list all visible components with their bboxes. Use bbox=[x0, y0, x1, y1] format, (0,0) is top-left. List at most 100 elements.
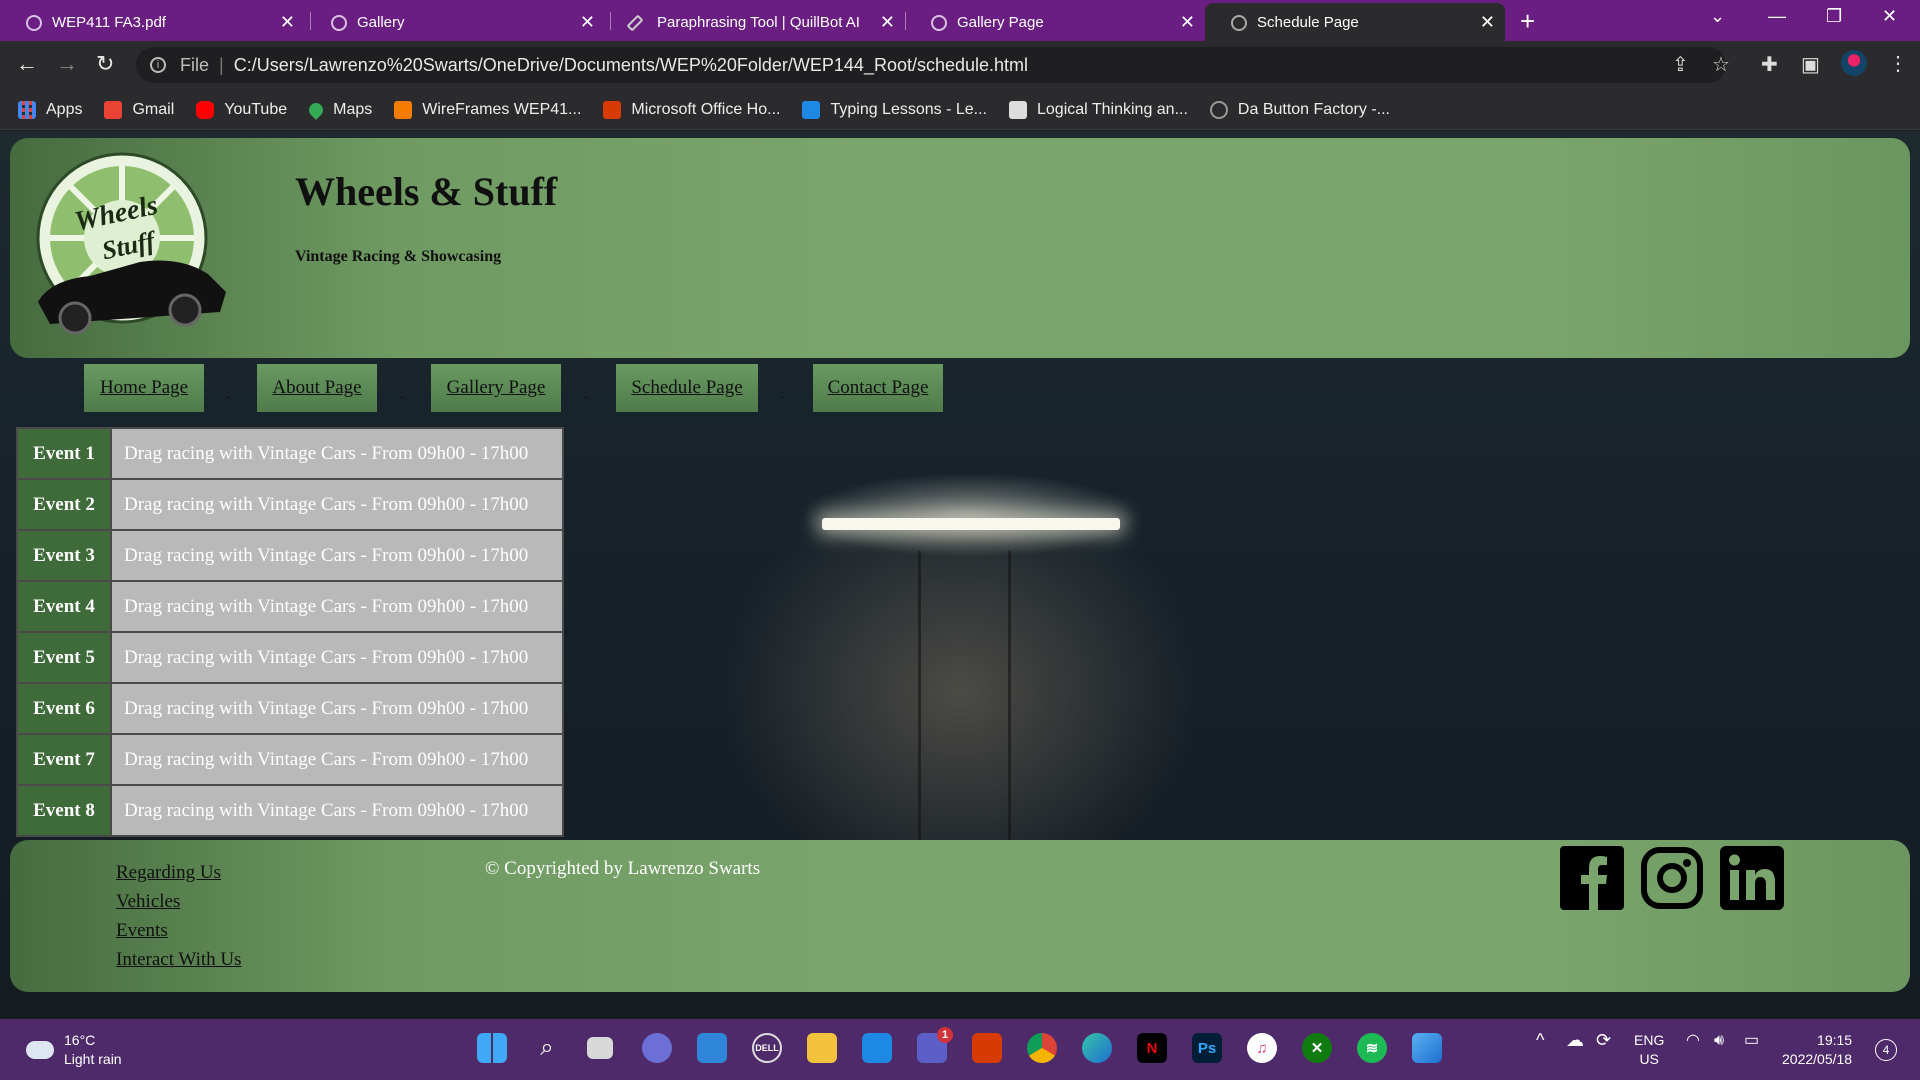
event-description: Drag racing with Vintage Cars - From 09h… bbox=[110, 682, 564, 735]
edge-icon[interactable] bbox=[1082, 1033, 1112, 1063]
bookmark-youtube[interactable]: YouTube bbox=[196, 100, 287, 119]
wifi-icon[interactable]: ◠ bbox=[1686, 1031, 1700, 1050]
footer-link-vehicles[interactable]: Vehicles bbox=[116, 887, 242, 916]
gmail-icon bbox=[104, 100, 123, 119]
restore-button[interactable]: ❐ bbox=[1826, 6, 1842, 27]
tab-search-icon[interactable]: ⌄ bbox=[1710, 6, 1725, 27]
nav-home[interactable]: Home Page bbox=[84, 364, 204, 412]
info-icon[interactable]: i bbox=[150, 57, 166, 73]
notifications-badge[interactable]: 4 bbox=[1875, 1039, 1897, 1061]
close-window-button[interactable]: ✕ bbox=[1882, 6, 1897, 27]
close-icon[interactable]: ✕ bbox=[1480, 12, 1495, 33]
bookmark-office[interactable]: Microsoft Office Ho... bbox=[603, 100, 780, 119]
photos-icon[interactable] bbox=[1412, 1033, 1442, 1063]
background-lamp bbox=[822, 518, 1120, 530]
back-button[interactable]: ← bbox=[16, 51, 38, 77]
bookmark-gmail[interactable]: Gmail bbox=[104, 100, 174, 119]
spotify-icon[interactable]: ≋ bbox=[1357, 1033, 1387, 1063]
clock[interactable]: 19:15 2022/05/18 bbox=[1782, 1031, 1852, 1069]
dell-icon[interactable]: DELL bbox=[752, 1033, 782, 1063]
vscode-icon[interactable] bbox=[862, 1033, 892, 1063]
profile-avatar[interactable] bbox=[1841, 50, 1867, 76]
footer-link-regarding-us[interactable]: Regarding Us bbox=[116, 858, 242, 887]
extensions-icon[interactable]: ✚ bbox=[1761, 52, 1778, 77]
event-description: Drag racing with Vintage Cars - From 09h… bbox=[110, 733, 564, 786]
tab-gallery[interactable]: Gallery ✕ bbox=[305, 3, 605, 41]
close-icon[interactable]: ✕ bbox=[580, 12, 595, 33]
url-text[interactable]: C:/Users/Lawrenzo%20Swarts/OneDrive/Docu… bbox=[234, 55, 1028, 76]
mail-icon[interactable] bbox=[697, 1033, 727, 1063]
bookmark-button-factory[interactable]: Da Button Factory -... bbox=[1209, 100, 1390, 119]
bookmark-apps[interactable]: Apps bbox=[18, 100, 82, 119]
language-indicator[interactable]: ENG US bbox=[1634, 1031, 1664, 1069]
instagram-icon[interactable] bbox=[1640, 846, 1704, 910]
quillbot-icon bbox=[626, 14, 644, 32]
forward-button[interactable]: → bbox=[56, 51, 78, 77]
table-row: Event 4 Drag racing with Vintage Cars - F… bbox=[16, 580, 564, 633]
apps-grid-icon bbox=[18, 100, 36, 119]
nav-schedule[interactable]: Schedule Page bbox=[616, 364, 758, 412]
footer-link-events[interactable]: Events bbox=[116, 916, 242, 945]
address-bar[interactable]: i File | C:/Users/Lawrenzo%20Swarts/OneD… bbox=[136, 47, 1726, 83]
search-icon[interactable]: ⌕ bbox=[532, 1033, 562, 1063]
menu-kebab-icon[interactable]: ⋮ bbox=[1888, 51, 1908, 76]
bookmark-typing[interactable]: Typing Lessons - Le... bbox=[802, 100, 987, 119]
xbox-icon[interactable]: ✕ bbox=[1302, 1033, 1332, 1063]
globe-icon bbox=[26, 15, 42, 31]
tab-title: Gallery Page bbox=[957, 13, 1044, 31]
tab-schedule-page[interactable]: Schedule Page ✕ bbox=[1205, 3, 1505, 41]
bookmark-star-icon[interactable]: ☆ bbox=[1712, 52, 1730, 77]
nav-about[interactable]: About Page bbox=[257, 364, 377, 412]
footer-links: Regarding Us Vehicles Events Interact Wi… bbox=[116, 858, 242, 974]
itunes-icon[interactable]: ♫ bbox=[1247, 1033, 1277, 1063]
footer-link-interact[interactable]: Interact With Us bbox=[116, 945, 242, 974]
office-icon[interactable] bbox=[972, 1033, 1002, 1063]
site-nav: Home Page - About Page - Gallery Page - … bbox=[0, 364, 1000, 412]
teams-icon[interactable]: 1 bbox=[917, 1027, 953, 1063]
event-description: Drag racing with Vintage Cars - From 09h… bbox=[110, 478, 564, 531]
nav-contact[interactable]: Contact Page bbox=[813, 364, 943, 412]
windows-start-icon[interactable] bbox=[477, 1033, 507, 1063]
bookmark-wireframes[interactable]: WireFrames WEP41... bbox=[394, 100, 581, 119]
task-view-icon[interactable] bbox=[587, 1037, 613, 1059]
facebook-icon[interactable] bbox=[1560, 846, 1624, 910]
tab-title: WEP411 FA3.pdf bbox=[52, 13, 166, 31]
linkedin-icon[interactable] bbox=[1720, 846, 1784, 910]
event-description: Drag racing with Vintage Cars - From 09h… bbox=[110, 784, 564, 837]
netflix-icon[interactable]: N bbox=[1137, 1033, 1167, 1063]
nav-gallery[interactable]: Gallery Page bbox=[431, 364, 561, 412]
site-logo: Wheels Stuff bbox=[36, 152, 226, 335]
chrome-icon[interactable] bbox=[1027, 1033, 1057, 1063]
file-explorer-icon[interactable] bbox=[807, 1033, 837, 1063]
tray-chevron-icon[interactable]: ^ bbox=[1536, 1031, 1544, 1050]
close-icon[interactable]: ✕ bbox=[280, 12, 295, 33]
tab-quillbot[interactable]: Paraphrasing Tool | QuillBot AI ✕ bbox=[605, 3, 905, 41]
side-panel-icon[interactable]: ▣ bbox=[1801, 52, 1820, 77]
clock-date: 2022/05/18 bbox=[1782, 1051, 1853, 1067]
share-icon[interactable]: ⇪ bbox=[1672, 52, 1689, 77]
bookmark-logical-thinking[interactable]: Logical Thinking an... bbox=[1009, 100, 1188, 119]
onedrive-icon[interactable]: ☁ bbox=[1566, 1031, 1584, 1050]
tab-wep411-pdf[interactable]: WEP411 FA3.pdf ✕ bbox=[0, 3, 305, 41]
battery-icon[interactable]: ▭ bbox=[1744, 1031, 1759, 1050]
minimize-button[interactable]: — bbox=[1768, 6, 1786, 27]
chat-icon[interactable] bbox=[642, 1033, 672, 1063]
clock-time: 19:15 bbox=[1817, 1032, 1853, 1048]
site-title: Wheels & Stuff bbox=[295, 169, 558, 214]
bookmark-maps[interactable]: Maps bbox=[306, 99, 372, 120]
maps-pin-icon bbox=[306, 99, 327, 120]
reload-button[interactable]: ↻ bbox=[96, 51, 114, 77]
sync-icon[interactable]: ⟳ bbox=[1596, 1031, 1611, 1050]
close-icon[interactable]: ✕ bbox=[1180, 12, 1195, 33]
rain-cloud-icon bbox=[26, 1041, 54, 1059]
event-name: Event 8 bbox=[16, 784, 112, 837]
table-row: Event 2 Drag racing with Vintage Cars - F… bbox=[16, 478, 564, 531]
table-row: Event 3 Drag racing with Vintage Cars - F… bbox=[16, 529, 564, 582]
close-icon[interactable]: ✕ bbox=[880, 12, 895, 33]
tab-gallery-page[interactable]: Gallery Page ✕ bbox=[905, 3, 1205, 41]
new-tab-button[interactable]: + bbox=[1520, 6, 1535, 37]
weather-widget[interactable]: 16°C Light rain bbox=[26, 1031, 122, 1069]
youtube-icon bbox=[196, 100, 215, 119]
photoshop-icon[interactable]: Ps bbox=[1192, 1033, 1222, 1063]
volume-icon[interactable]: 🔊︎ bbox=[1714, 1031, 1724, 1050]
